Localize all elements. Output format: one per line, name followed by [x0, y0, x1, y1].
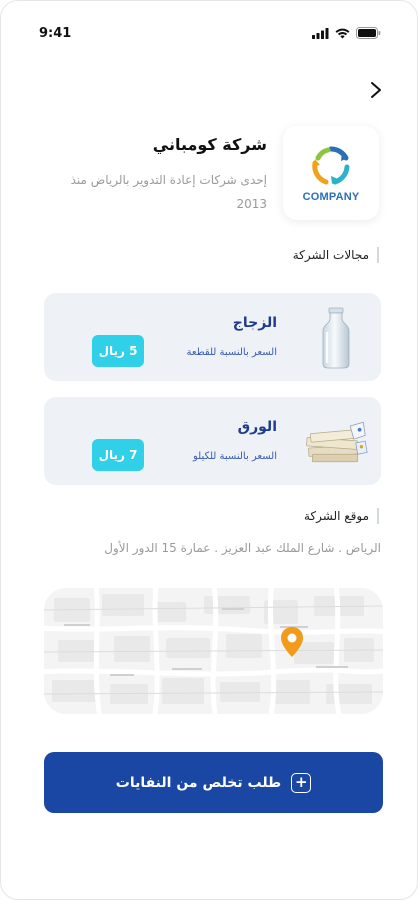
- location-section-title: موقع الشركة: [304, 508, 379, 524]
- status-time: 9:41: [39, 25, 72, 41]
- company-description: إحدى شركات إعادة التدوير بالرياض منذ 201…: [70, 173, 267, 211]
- signal-icon: [312, 27, 329, 39]
- price-badge: 5 ريال: [92, 335, 144, 367]
- company-logo: COMPANY: [283, 126, 379, 220]
- back-button[interactable]: [365, 79, 387, 101]
- company-address: الرياض . شارع الملك عبد العزيز . عمارة 1…: [104, 541, 381, 555]
- recycle-logo-icon: [312, 146, 350, 185]
- category-name: الزجاج: [232, 315, 277, 331]
- company-name: شركة كومباني: [152, 135, 267, 154]
- chevron-right-icon: [371, 82, 381, 98]
- status-bar: 9:41: [39, 23, 381, 43]
- glass-bottle-icon: [303, 305, 369, 371]
- waste-disposal-request-button[interactable]: + طلب تخلص من النفايات: [44, 752, 383, 813]
- category-unit: السعر بالنسبة للقطعة: [186, 347, 277, 358]
- status-icons: [312, 27, 381, 39]
- category-card-paper[interactable]: الورق السعر بالنسبة للكيلو 7 ريال: [44, 397, 381, 485]
- battery-icon: [356, 27, 381, 39]
- paper-stack-icon: [303, 409, 369, 475]
- category-card-glass[interactable]: الزجاج السعر بالنسبة للقطعة 5 ريال: [44, 293, 381, 381]
- plus-square-icon: +: [291, 772, 312, 793]
- phone-screen: 9:41 COMPANY شركة كومباني إحدى شركات إعا…: [0, 0, 418, 900]
- fields-section-title: مجالات الشركة: [293, 247, 379, 263]
- price-badge: 7 ريال: [92, 439, 144, 471]
- category-unit: السعر بالنسبة للكيلو: [192, 451, 277, 462]
- wifi-icon: [335, 28, 350, 38]
- cta-label: طلب تخلص من النفايات: [115, 774, 282, 791]
- map-streets: [44, 588, 383, 714]
- category-name: الورق: [237, 419, 277, 435]
- location-map[interactable]: [44, 588, 383, 714]
- logo-wordmark: COMPANY: [302, 191, 360, 203]
